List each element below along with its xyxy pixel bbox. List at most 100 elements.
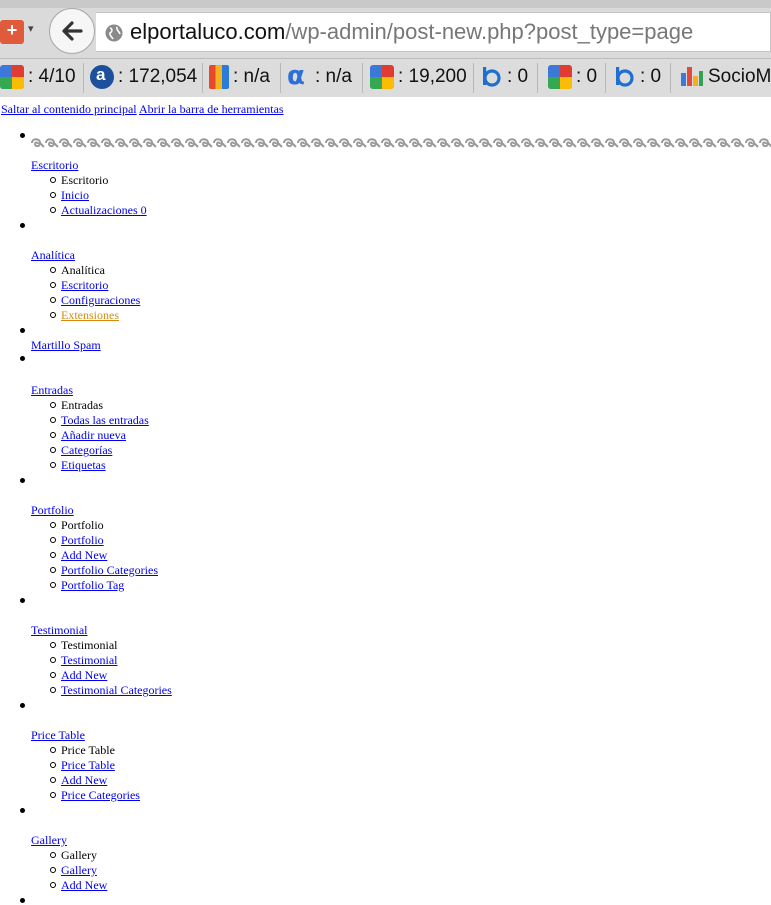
toolbar-divider bbox=[202, 63, 203, 93]
back-arrow-icon bbox=[62, 21, 83, 41]
submenu-item-testimonial-categories[interactable]: Testimonial Categories bbox=[61, 683, 172, 697]
submenu-item-inicio[interactable]: Inicio bbox=[61, 188, 89, 202]
back-button[interactable] bbox=[49, 8, 95, 54]
menu-item-portfolio[interactable]: Portfolio bbox=[31, 503, 74, 517]
submenu-item-testimonial[interactable]: Testimonial bbox=[61, 653, 117, 667]
toolbar-item-bing-links[interactable]: : 0 bbox=[612, 63, 661, 91]
alexa-icon bbox=[90, 65, 114, 89]
toolbar-item-alpha[interactable]: α : n/a bbox=[287, 63, 352, 91]
submenu-bullet bbox=[50, 882, 56, 888]
submenu-bullet bbox=[50, 282, 56, 288]
submenu-bullet bbox=[50, 207, 56, 213]
toolbar-value: : n/a bbox=[315, 66, 352, 87]
submenu-item-extensiones[interactable]: Extensiones bbox=[61, 308, 119, 322]
toolbar-value: : 0 bbox=[576, 66, 598, 87]
submenu-bullet bbox=[50, 567, 56, 573]
menu-bullet bbox=[20, 328, 25, 333]
toolbar-divider bbox=[83, 63, 84, 93]
analytics-wave-icon bbox=[31, 137, 771, 149]
toolbar-item-compete[interactable]: : n/a bbox=[209, 63, 270, 91]
menu-item-martillo-spam[interactable]: Martillo Spam bbox=[31, 338, 101, 352]
toolbar-divider bbox=[362, 63, 363, 93]
submenu-item-add-new[interactable]: Add New bbox=[61, 773, 107, 787]
submenu-item-gallery[interactable]: Gallery bbox=[61, 863, 97, 877]
toolbar-divider bbox=[280, 63, 281, 93]
skip-to-content-link[interactable]: Saltar al contenido principal bbox=[1, 102, 137, 116]
chevron-down-icon[interactable]: ▾ bbox=[28, 22, 34, 35]
seo-toolbar: : 4/10 : 172,054 : n/a α : n/a : 19,200 :… bbox=[0, 58, 771, 97]
submenu-bullet bbox=[50, 432, 56, 438]
alpha-icon: α bbox=[287, 61, 305, 91]
submenu-bullet bbox=[50, 672, 56, 678]
submenu-item-etiquetas[interactable]: Etiquetas bbox=[61, 458, 106, 472]
submenu-bullet bbox=[50, 537, 56, 543]
bing-icon bbox=[612, 65, 636, 89]
url-host: elportaluco.com bbox=[130, 19, 286, 44]
submenu-bullet bbox=[50, 177, 56, 183]
menu-bullet bbox=[20, 478, 25, 483]
submenu-item-portfolio-categories[interactable]: Portfolio Categories bbox=[61, 563, 158, 577]
submenu-bullet bbox=[50, 582, 56, 588]
toolbar-divider bbox=[605, 63, 606, 93]
toolbar-item-alexa[interactable]: : 172,054 bbox=[90, 63, 197, 91]
open-toolbar-link[interactable]: Abrir la barra de herramientas bbox=[139, 102, 284, 116]
menu-item-escritorio[interactable]: Escritorio bbox=[31, 158, 78, 172]
toolbar-item-pagerank[interactable]: : 4/10 bbox=[0, 63, 76, 91]
menu-bullet bbox=[20, 598, 25, 603]
submenu-item-categorias[interactable]: Categorías bbox=[61, 443, 112, 457]
submenu-item-todas-las-entradas[interactable]: Todas las entradas bbox=[61, 413, 149, 427]
submenu-bullet bbox=[50, 642, 56, 648]
plus-icon: + bbox=[6, 20, 18, 40]
address-bar[interactable]: elportaluco.com/wp-admin/post-new.php?po… bbox=[96, 12, 771, 52]
submenu-bullet bbox=[50, 297, 56, 303]
submenu-bullet bbox=[50, 762, 56, 768]
toolbar-item-google-links[interactable]: : 0 bbox=[548, 63, 597, 91]
submenu-item-escritorio[interactable]: Escritorio bbox=[61, 278, 108, 292]
submenu-bullet bbox=[50, 852, 56, 858]
submenu-item-configuraciones[interactable]: Configuraciones bbox=[61, 293, 140, 307]
addon-button[interactable]: + bbox=[0, 20, 24, 44]
toolbar-value: : 4/10 bbox=[28, 66, 76, 87]
toolbar-item-google-index[interactable]: : 19,200 bbox=[370, 63, 467, 91]
menu-item-testimonial[interactable]: Testimonial bbox=[31, 623, 87, 637]
globe-icon bbox=[105, 24, 123, 42]
submenu-bullet bbox=[50, 522, 56, 528]
submenu-bullet bbox=[50, 777, 56, 783]
google-icon bbox=[548, 65, 572, 89]
toolbar-value: : n/a bbox=[233, 66, 270, 87]
submenu-heading: Testimonial bbox=[61, 638, 118, 652]
submenu-bullet bbox=[50, 192, 56, 198]
submenu-item-price-categories[interactable]: Price Categories bbox=[61, 788, 140, 802]
toolbar-value: : 172,054 bbox=[118, 66, 198, 87]
toolbar-item-bing-index[interactable]: : 0 bbox=[479, 63, 528, 91]
submenu-item-anadir-nueva[interactable]: Añadir nueva bbox=[61, 428, 126, 442]
submenu-item-portfolio[interactable]: Portfolio bbox=[61, 533, 104, 547]
menu-bullet bbox=[20, 133, 25, 138]
menu-bullet bbox=[20, 223, 25, 228]
submenu-bullet bbox=[50, 687, 56, 693]
submenu-item-add-new[interactable]: Add New bbox=[61, 548, 107, 562]
submenu-item-actualizaciones[interactable]: Actualizaciones 0 bbox=[61, 203, 147, 217]
submenu-bullet bbox=[50, 747, 56, 753]
menu-item-gallery[interactable]: Gallery bbox=[31, 833, 67, 847]
toolbar-divider bbox=[670, 63, 671, 93]
submenu-item-price-table[interactable]: Price Table bbox=[61, 758, 115, 772]
menu-item-analitica[interactable]: Analítica bbox=[31, 248, 75, 262]
submenu-item-add-new[interactable]: Add New bbox=[61, 668, 107, 682]
submenu-bullet bbox=[50, 867, 56, 873]
menu-bullet bbox=[20, 703, 25, 708]
toolbar-item-sociometer[interactable]: SocioM bbox=[680, 63, 771, 91]
sociometer-icon bbox=[680, 65, 704, 89]
submenu-item-add-new[interactable]: Add New bbox=[61, 878, 107, 892]
submenu-item-portfolio-tag[interactable]: Portfolio Tag bbox=[61, 578, 124, 592]
submenu-heading: Escritorio bbox=[61, 173, 109, 187]
submenu-bullet bbox=[50, 417, 56, 423]
url-text: elportaluco.com/wp-admin/post-new.php?po… bbox=[130, 19, 693, 45]
menu-item-entradas[interactable]: Entradas bbox=[31, 383, 73, 397]
menu-item-price-table[interactable]: Price Table bbox=[31, 728, 85, 742]
menu-bullet bbox=[20, 898, 25, 903]
url-path: /wp-admin/post-new.php?post_type=page bbox=[285, 19, 694, 44]
toolbar-divider bbox=[537, 63, 538, 93]
submenu-bullet bbox=[50, 267, 56, 273]
toolbar-value: : 0 bbox=[507, 66, 529, 87]
